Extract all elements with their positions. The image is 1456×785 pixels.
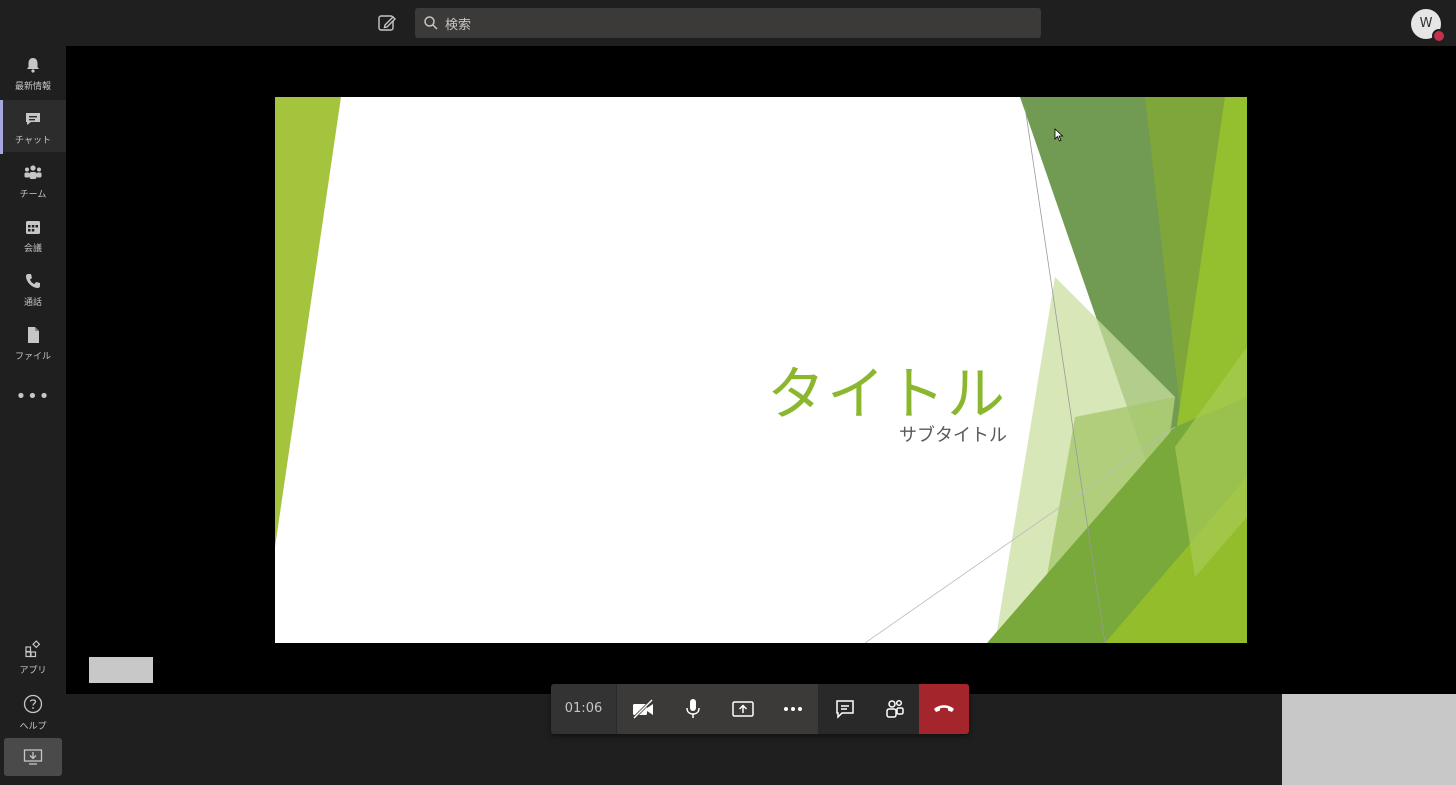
meeting-chat-button[interactable] xyxy=(819,684,869,734)
rail-item-chat[interactable]: チャット xyxy=(0,100,66,154)
presence-badge xyxy=(1432,29,1446,43)
rail-label: 会議 xyxy=(23,244,42,254)
chat-icon xyxy=(836,700,854,719)
participants-button[interactable] xyxy=(869,684,919,734)
participant-video-tile[interactable] xyxy=(1282,694,1456,785)
rail-label: チャット xyxy=(15,136,51,146)
slide-title: タイトル xyxy=(766,360,1007,428)
call-timer: 01:06 xyxy=(551,684,616,734)
apps-icon xyxy=(25,640,41,658)
file-icon xyxy=(28,327,39,343)
rail-item-help[interactable]: ヘルプ xyxy=(0,684,66,736)
slide-subtitle: サブタイトル xyxy=(899,425,1007,446)
more-icon xyxy=(784,707,802,711)
search-icon xyxy=(424,16,438,30)
more-actions-button[interactable] xyxy=(767,684,817,734)
search-input[interactable]: 検索 xyxy=(415,8,1041,38)
share-screen-button[interactable] xyxy=(717,684,767,734)
rail-item-activity[interactable]: 最新情報 xyxy=(0,46,66,98)
mouse-cursor-icon xyxy=(1054,128,1064,142)
rail-label: 通話 xyxy=(23,298,42,308)
camera-toggle-button[interactable] xyxy=(617,684,667,734)
participants-icon xyxy=(886,699,904,718)
microphone-icon xyxy=(686,699,700,718)
bell-icon xyxy=(27,58,39,73)
rail-label: ファイル xyxy=(14,352,51,362)
rail-item-files[interactable]: ファイル xyxy=(0,316,66,368)
help-icon xyxy=(23,694,43,714)
microphone-button[interactable] xyxy=(667,684,717,734)
new-chat-icon[interactable] xyxy=(376,12,398,34)
teams-icon xyxy=(24,165,42,179)
camera-off-icon xyxy=(632,698,654,720)
download-icon xyxy=(23,749,43,765)
more-apps-icon[interactable]: ••• xyxy=(0,386,66,407)
rail-item-calls[interactable]: 通話 xyxy=(0,262,66,314)
self-video-tile[interactable] xyxy=(89,657,153,683)
rail-item-apps[interactable]: アプリ xyxy=(0,630,66,682)
rail-label: アプリ xyxy=(19,666,47,676)
meeting-stage: タイトル サブタイトル xyxy=(66,46,1456,694)
chat-icon xyxy=(26,113,40,125)
hang-up-button[interactable] xyxy=(919,684,969,734)
shared-slide: タイトル サブタイトル xyxy=(275,97,1247,643)
search-placeholder: 検索 xyxy=(445,18,472,33)
phone-icon xyxy=(26,274,40,288)
download-button[interactable] xyxy=(4,738,62,776)
rail-item-meetings[interactable]: 会議 xyxy=(0,208,66,260)
rail-item-teams[interactable]: チーム xyxy=(0,154,66,206)
calendar-icon xyxy=(26,221,40,234)
rail-label: 最新情報 xyxy=(14,82,51,92)
rail-label: チーム xyxy=(19,190,47,200)
rail-label: ヘルプ xyxy=(19,722,47,732)
app-rail: 最新情報 チャット チーム 会議 通話 ファイル ••• アプリ ヘルプ xyxy=(0,46,66,785)
hangup-icon xyxy=(934,705,954,712)
slide-decoration xyxy=(275,97,1247,643)
share-screen-icon xyxy=(732,701,754,717)
call-controls: 01:06 xyxy=(551,684,969,734)
title-bar: 検索 W xyxy=(0,0,1456,46)
